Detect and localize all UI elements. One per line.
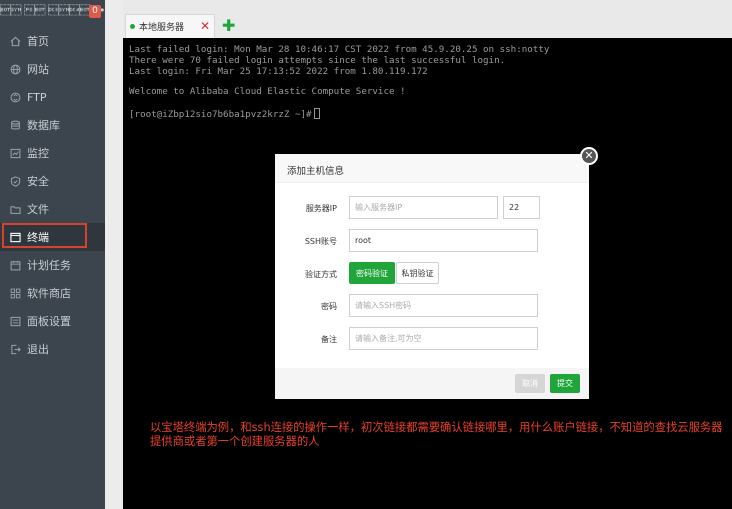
- sidebar-item-label: 数据库: [27, 119, 60, 132]
- sidebar-item-label: 安全: [27, 175, 49, 188]
- dialog-title: 添加主机信息: [287, 166, 345, 177]
- dialog-close-icon[interactable]: ✕: [580, 147, 598, 165]
- calendar-icon: [9, 259, 21, 271]
- content-gap: [105, 0, 123, 509]
- sidebar-header:    •• ● 0: [0, 0, 118, 22]
- sidebar-item-calendar[interactable]: 计划任务: [0, 251, 105, 279]
- password-input[interactable]: [349, 294, 538, 317]
- sidebar:    •• ● 0 首页 网站 FTP 数据库 监控 安全 文件 终端 计划任务软…: [0, 0, 118, 509]
- shield-icon: [9, 175, 21, 187]
- monitor-icon: [9, 147, 21, 159]
- sidebar-item-folder[interactable]: 文件: [0, 195, 105, 223]
- settings-icon: [9, 315, 21, 327]
- annotation-text: 以宝塔终端为例，和ssh连接的操作一样，初次链接都需要确认链接哪里，用什么账户链…: [150, 421, 723, 448]
- server-ip-label: 服务器IP: [305, 204, 337, 213]
- note-label: 备注: [321, 335, 337, 344]
- logout-icon: [9, 343, 21, 355]
- notification-badge[interactable]: 0: [89, 5, 101, 18]
- database-icon: [9, 119, 21, 131]
- sidebar-item-label: 软件商店: [27, 287, 71, 300]
- sidebar-item-home[interactable]: 首页: [0, 27, 105, 55]
- tab-label: 本地服务器: [139, 23, 185, 33]
- ssh-account-input[interactable]: [349, 229, 538, 252]
- sidebar-item-label: FTP: [27, 90, 47, 104]
- port-input[interactable]: [503, 196, 540, 219]
- connection-status-dot: [130, 24, 135, 29]
- sidebar-item-database[interactable]: 数据库: [0, 111, 105, 139]
- sidebar-item-label: 计划任务: [27, 259, 71, 272]
- ssh-account-label: SSH账号: [304, 237, 337, 246]
- sidebar-item-apps[interactable]: 软件商店: [0, 279, 105, 307]
- sidebar-item-label: 面板设置: [27, 315, 71, 328]
- highlight-annotation-box: [2, 223, 87, 248]
- password-auth-button[interactable]: 密码验证: [349, 262, 395, 284]
- folder-icon: [9, 203, 21, 215]
- cancel-button[interactable]: 取消: [515, 374, 545, 393]
- sidebar-item-label: 首页: [27, 35, 49, 48]
- sidebar-item-label: 退出: [27, 343, 49, 356]
- dialog-header: 添加主机信息: [275, 154, 589, 183]
- server-ip-input[interactable]: [349, 196, 498, 219]
- home-icon: [9, 35, 21, 47]
- sidebar-item-label: 监控: [27, 147, 49, 160]
- ftp-icon: [9, 91, 21, 103]
- sidebar-item-globe[interactable]: 网站: [0, 55, 105, 83]
- tab-local-server[interactable]: 本地服务器 ✕: [125, 14, 215, 38]
- sidebar-item-label: 网站: [27, 63, 49, 76]
- sidebar-item-ftp[interactable]: FTP: [0, 83, 105, 111]
- sidebar-item-settings[interactable]: 面板设置: [0, 307, 105, 335]
- note-input[interactable]: [349, 327, 538, 350]
- sidebar-item-label: 文件: [27, 203, 49, 216]
- tab-close-icon[interactable]: ✕: [200, 20, 210, 32]
- add-tab-icon[interactable]: ✚: [222, 18, 235, 34]
- submit-button[interactable]: 提交: [550, 374, 580, 393]
- password-label: 密码: [321, 302, 337, 311]
- globe-icon: [9, 63, 21, 75]
- terminal-tabbar: 本地服务器 ✕ ✚: [123, 14, 732, 38]
- key-auth-button[interactable]: 私钥验证: [396, 262, 439, 284]
- auth-method-label: 验证方式: [305, 270, 337, 279]
- sidebar-item-logout[interactable]: 退出: [0, 335, 105, 363]
- sidebar-item-monitor[interactable]: 监控: [0, 139, 105, 167]
- apps-icon: [9, 287, 21, 299]
- sidebar-item-shield[interactable]: 安全: [0, 167, 105, 195]
